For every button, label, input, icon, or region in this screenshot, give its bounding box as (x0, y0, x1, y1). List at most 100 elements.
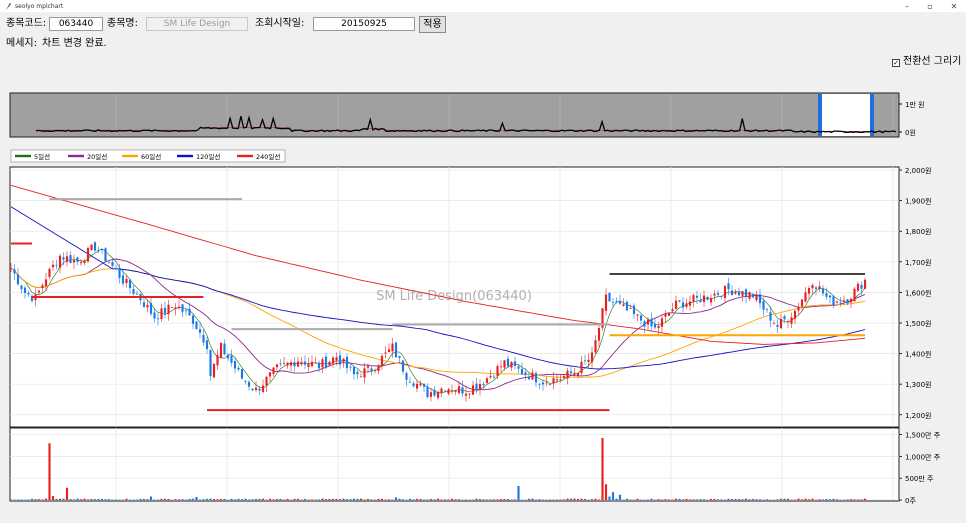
legend-label: 20일선 (87, 152, 107, 161)
volume-bar (338, 499, 342, 500)
overview-left-handle[interactable] (818, 94, 822, 136)
volume-bar (69, 499, 72, 500)
candle-body (321, 359, 324, 368)
candle-body (471, 385, 475, 395)
minimize-icon[interactable]: – (895, 0, 919, 12)
stock-chart[interactable]: 1만 원 0원 5일선 20일선 60일선 120일선 240일선 SM Life De… (0, 63, 966, 523)
candle-body (324, 356, 328, 368)
volume-bar (716, 499, 720, 500)
candle-body (510, 361, 513, 368)
volume-bar (251, 499, 254, 500)
candle-body (405, 372, 408, 380)
volume-bar (776, 499, 779, 500)
candle-body (797, 307, 800, 311)
volume-bar (146, 499, 149, 500)
volume-bar (457, 499, 461, 500)
volume-tick-label: 1,500만 주 (905, 431, 941, 440)
candle-body (562, 376, 566, 378)
volume-bar (849, 499, 853, 500)
candle-body (758, 294, 762, 304)
volume-bar (90, 498, 93, 500)
volume-bar (408, 498, 412, 500)
volume-bar (310, 499, 314, 500)
volume-bar (601, 438, 604, 500)
volume-bar (174, 499, 177, 500)
candle-body (286, 362, 289, 366)
volume-bar (167, 498, 170, 500)
candle-body (548, 384, 552, 385)
volume-bar (503, 499, 506, 500)
candle-body (408, 381, 412, 383)
maximize-icon[interactable]: ▫ (918, 0, 942, 12)
candle-body (359, 376, 363, 378)
start-date-input[interactable]: 20150925 (313, 17, 415, 31)
candle-body (310, 361, 314, 367)
volume-bar (356, 498, 359, 500)
volume-bar (800, 499, 804, 500)
overview-selection-window[interactable] (821, 94, 872, 136)
volume-bar (450, 498, 454, 500)
stock-name-label: 종목명: (107, 18, 138, 29)
overview-right-handle[interactable] (870, 94, 874, 136)
candle-body (734, 292, 737, 294)
candle-body (16, 274, 20, 285)
volume-bar (76, 498, 79, 500)
volume-bar (611, 492, 615, 500)
volume-tick-label: 1,000만 주 (905, 452, 941, 461)
candle-body (751, 294, 755, 298)
volume-bar (104, 499, 107, 500)
candle-body (328, 361, 331, 366)
candle-body (100, 249, 104, 251)
volume-bar (370, 499, 373, 500)
volume-bar (835, 499, 839, 500)
volume-axis: 1,500만 주 1,000만 주 500만 주 0주 (899, 431, 941, 505)
volume-bar (475, 498, 478, 500)
volume-bar (149, 496, 153, 500)
volume-bar (209, 498, 212, 500)
volume-bar (604, 484, 608, 500)
candle-body (461, 387, 464, 394)
candle-body (118, 268, 121, 278)
candle-body (583, 360, 587, 362)
volume-bar (244, 498, 247, 500)
volume-bar (636, 498, 639, 500)
volume-bar (443, 499, 447, 500)
volume-bar (478, 499, 482, 500)
candle-body (580, 361, 583, 374)
volume-bar (751, 498, 755, 500)
volume-bar (755, 499, 758, 500)
candle-body (674, 300, 678, 309)
candle-body (429, 392, 433, 397)
volume-bar (415, 498, 419, 500)
candle-body (786, 321, 790, 322)
candle-body (104, 248, 107, 262)
candle-body (398, 356, 401, 358)
candle-body (576, 372, 580, 376)
overview-tick-label: 1만 원 (905, 100, 925, 109)
close-icon[interactable]: ✕ (942, 0, 966, 12)
candle-body (699, 300, 702, 303)
volume-bar (58, 498, 62, 500)
candle-body (268, 372, 272, 377)
candle-body (195, 321, 198, 329)
apply-button[interactable]: 적용 (419, 16, 446, 33)
candle-body (121, 275, 125, 284)
candle-body (625, 301, 629, 311)
candle-body (37, 290, 41, 293)
candle-body (517, 366, 520, 369)
candle-body (618, 301, 622, 304)
stock-code-input[interactable]: 063440 (49, 17, 103, 31)
candle-body (314, 362, 317, 364)
volume-bar (279, 498, 282, 500)
candle-body (776, 325, 779, 327)
candle-body (821, 288, 825, 294)
candle-body (300, 362, 303, 365)
volume-bar (741, 499, 744, 500)
candle-body (783, 316, 786, 320)
candle-body (170, 306, 174, 308)
volume-bar (48, 443, 51, 500)
legend-label: 5일선 (34, 152, 50, 161)
candle-body (520, 368, 524, 375)
candle-body (86, 248, 90, 262)
candle-body (58, 255, 62, 268)
